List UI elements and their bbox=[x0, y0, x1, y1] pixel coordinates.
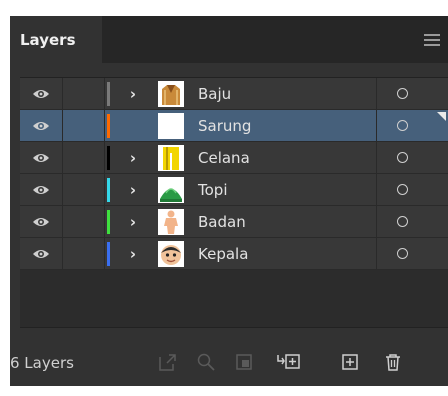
chevron-right-icon[interactable]: › bbox=[124, 78, 142, 110]
layer-name[interactable]: Badan bbox=[198, 206, 246, 238]
clipping-mask-icon bbox=[236, 354, 252, 370]
layer-color-bar bbox=[107, 114, 110, 138]
target-circle-icon[interactable] bbox=[397, 152, 408, 163]
chevron-right-icon[interactable]: › bbox=[124, 174, 142, 206]
eye-icon bbox=[33, 122, 49, 130]
export-button[interactable] bbox=[158, 352, 178, 372]
layer-list: › Baju Sarung › Celana › Topi › Badan › Kepala bbox=[20, 77, 448, 328]
layer-color-bar bbox=[107, 178, 110, 202]
export-icon bbox=[159, 354, 176, 371]
visibility-toggle[interactable] bbox=[20, 238, 62, 270]
chevron-right-icon[interactable]: › bbox=[124, 142, 142, 174]
layer-row[interactable]: › Baju bbox=[20, 78, 448, 110]
selection-indicator bbox=[437, 112, 446, 121]
create-sublayer-button[interactable] bbox=[276, 352, 302, 372]
delete-button[interactable] bbox=[383, 352, 403, 372]
chevron-right-icon[interactable]: › bbox=[124, 206, 142, 238]
visibility-toggle[interactable] bbox=[20, 174, 62, 206]
layer-thumbnail bbox=[158, 113, 184, 139]
target-circle-icon[interactable] bbox=[397, 88, 408, 99]
tab-bar: Layers bbox=[10, 16, 448, 63]
layers-panel: Layers › Baju Sarung › Celana › Topi › Badan › Kep… bbox=[10, 16, 448, 386]
hamburger-menu-icon[interactable] bbox=[424, 34, 440, 46]
trash-icon bbox=[386, 354, 400, 371]
target-circle-icon[interactable] bbox=[397, 248, 408, 259]
layer-color-bar bbox=[107, 242, 110, 266]
layer-row[interactable]: › Kepala bbox=[20, 238, 448, 270]
visibility-toggle[interactable] bbox=[20, 78, 62, 110]
clipping-mask-button[interactable] bbox=[234, 352, 254, 372]
visibility-toggle[interactable] bbox=[20, 206, 62, 238]
visibility-toggle[interactable] bbox=[20, 142, 62, 174]
panel-footer: 6 Layers bbox=[10, 340, 448, 386]
create-layer-button[interactable] bbox=[340, 352, 360, 372]
layer-count: 6 Layers bbox=[10, 354, 74, 372]
eye-icon bbox=[33, 250, 49, 258]
eye-icon bbox=[33, 90, 49, 98]
layer-name[interactable]: Celana bbox=[198, 142, 250, 174]
eye-icon bbox=[33, 218, 49, 226]
target-circle-icon[interactable] bbox=[397, 120, 408, 131]
eye-icon bbox=[33, 154, 49, 162]
layer-name[interactable]: Baju bbox=[198, 78, 231, 110]
layer-name[interactable]: Topi bbox=[198, 174, 227, 206]
layer-thumbnail bbox=[158, 241, 184, 267]
layer-color-bar bbox=[107, 146, 110, 170]
create-sublayer-icon bbox=[277, 354, 300, 369]
target-circle-icon[interactable] bbox=[397, 216, 408, 227]
search-icon bbox=[197, 353, 215, 371]
layer-row[interactable]: Sarung bbox=[20, 110, 448, 142]
layer-color-bar bbox=[107, 82, 110, 106]
tab-layers[interactable]: Layers bbox=[10, 16, 102, 63]
chevron-right-icon[interactable]: › bbox=[124, 238, 142, 270]
layer-thumbnail bbox=[158, 177, 184, 203]
layer-row[interactable]: › Celana bbox=[20, 142, 448, 174]
layer-thumbnail bbox=[158, 145, 184, 171]
layer-thumbnail bbox=[158, 209, 184, 235]
layer-color-bar bbox=[107, 210, 110, 234]
layer-name[interactable]: Sarung bbox=[198, 110, 251, 142]
layer-name[interactable]: Kepala bbox=[198, 238, 248, 270]
eye-icon bbox=[33, 186, 49, 194]
layer-row[interactable]: › Badan bbox=[20, 206, 448, 238]
target-circle-icon[interactable] bbox=[397, 184, 408, 195]
layer-thumbnail bbox=[158, 81, 184, 107]
locate-object-button[interactable] bbox=[196, 352, 216, 372]
visibility-toggle[interactable] bbox=[20, 110, 62, 142]
layer-row[interactable]: › Topi bbox=[20, 174, 448, 206]
add-layer-icon bbox=[342, 354, 358, 370]
